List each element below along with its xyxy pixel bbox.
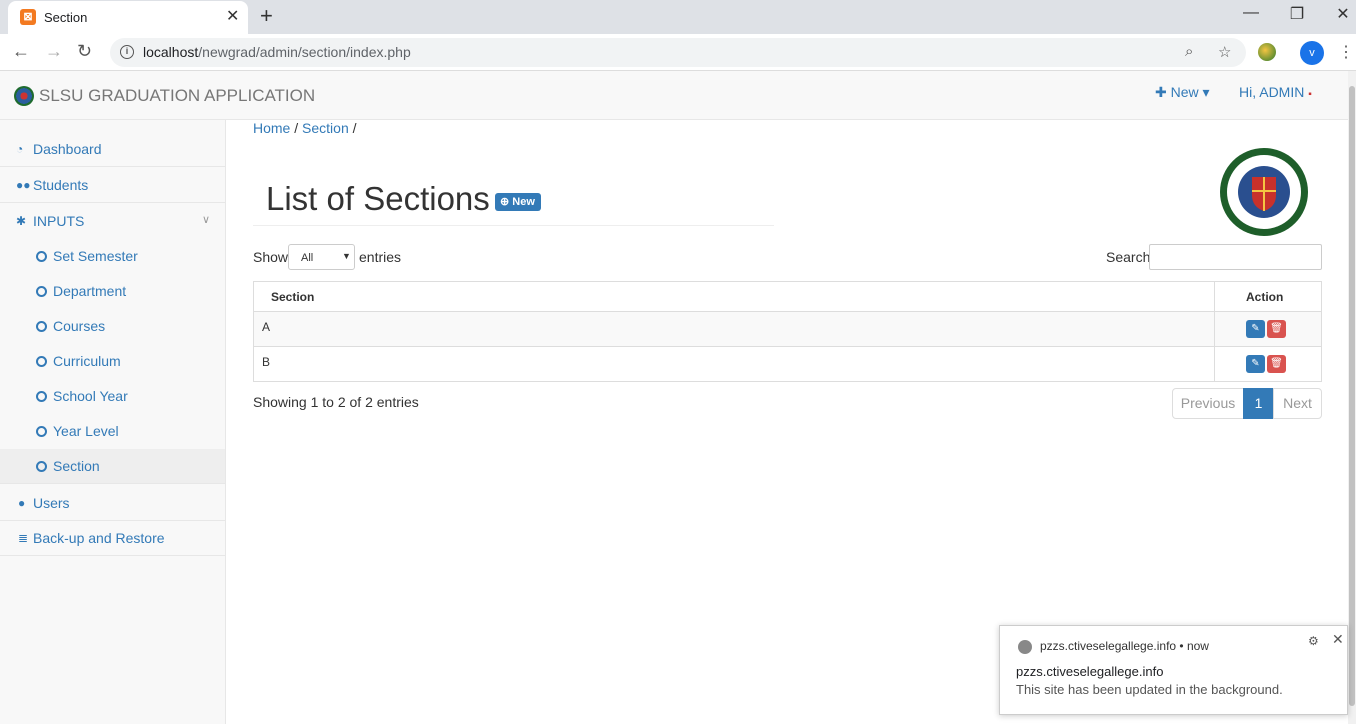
sidebar-item-users[interactable]: ● Users bbox=[0, 486, 225, 521]
section-cell: B bbox=[253, 346, 1215, 382]
dashboard-icon: ◔ bbox=[16, 142, 24, 156]
chevron-down-icon: ∨ bbox=[202, 214, 211, 226]
table-info: Showing 1 to 2 of 2 entries bbox=[253, 394, 419, 410]
user-avatar-icon: ▪ bbox=[1308, 89, 1312, 100]
pagination-previous[interactable]: Previous bbox=[1172, 388, 1244, 419]
sidebar-subitem-courses[interactable]: Courses bbox=[0, 309, 225, 344]
notification-toast[interactable]: pzzs.ctiveselegallege.info • now ⚙ ✕ pzz… bbox=[999, 625, 1348, 715]
brand-title[interactable]: SLSU GRADUATION APPLICATION bbox=[39, 86, 315, 106]
pagination-next[interactable]: Next bbox=[1273, 388, 1322, 419]
notification-body: This site has been updated in the backgr… bbox=[1016, 682, 1283, 697]
breadcrumb-home[interactable]: Home bbox=[253, 120, 290, 136]
app-navbar: SLSU GRADUATION APPLICATION ✚ New ▾ Hi, … bbox=[0, 71, 1348, 120]
circle-icon bbox=[36, 356, 47, 367]
chrome-icon bbox=[1018, 640, 1032, 654]
search-input[interactable] bbox=[1149, 244, 1322, 270]
length-show-label: Show bbox=[253, 249, 289, 265]
xampp-favicon-icon: ⊠ bbox=[20, 9, 36, 25]
circle-icon bbox=[36, 321, 47, 332]
back-icon[interactable]: ← bbox=[12, 41, 30, 61]
page-title: List of Sections bbox=[266, 180, 490, 217]
sidebar-subitem-department[interactable]: Department bbox=[0, 274, 225, 309]
add-section-button[interactable]: ⊕ New bbox=[495, 193, 541, 211]
sidebar-subitem-school-year[interactable]: School Year bbox=[0, 379, 225, 414]
column-header-action: Action bbox=[1214, 281, 1322, 312]
edit-button[interactable]: ✎ bbox=[1246, 320, 1265, 338]
close-tab-icon[interactable]: ✕ bbox=[226, 8, 239, 26]
browser-tab[interactable]: ⊠ Section ✕ bbox=[8, 1, 248, 34]
edit-button[interactable]: ✎ bbox=[1246, 355, 1265, 373]
title-divider bbox=[253, 225, 774, 226]
tab-title: Section bbox=[44, 10, 88, 25]
minimize-icon[interactable]: — bbox=[1236, 4, 1266, 22]
table-header-row: Section Action bbox=[253, 281, 1322, 312]
close-window-icon[interactable]: ✕ bbox=[1328, 4, 1356, 24]
user-icon: ● bbox=[18, 496, 26, 510]
brand-logo-icon bbox=[14, 86, 34, 106]
profile-avatar[interactable]: v bbox=[1300, 41, 1324, 65]
sidebar: ◔ Dashboard ●● Students ✱ INPUTS ∨ Set S… bbox=[0, 120, 226, 724]
column-header-section[interactable]: Section bbox=[253, 281, 1215, 312]
gear-icon: ✱ bbox=[16, 214, 27, 228]
users-icon: ●● bbox=[16, 178, 31, 192]
address-bar[interactable]: i localhost/newgrad/admin/section/index.… bbox=[110, 38, 1246, 67]
new-tab-icon[interactable]: + bbox=[260, 4, 273, 28]
sections-table: Section Action A ✎ 🗑 B ✎ 🗑 bbox=[253, 281, 1322, 382]
notification-close-icon[interactable]: ✕ bbox=[1332, 631, 1344, 648]
page-scrollbar-thumb[interactable] bbox=[1349, 86, 1355, 706]
sidebar-item-backup-restore[interactable]: ≣ Back-up and Restore bbox=[0, 521, 225, 556]
circle-icon bbox=[36, 426, 47, 437]
delete-button[interactable]: 🗑 bbox=[1267, 320, 1286, 338]
table-row: B ✎ 🗑 bbox=[253, 346, 1322, 382]
zoom-icon[interactable]: ⌕ bbox=[1185, 43, 1193, 60]
plus-circle-icon: ⊕ bbox=[500, 196, 510, 208]
dropdown-arrow-icon: ▼ bbox=[342, 251, 351, 261]
action-cell: ✎ 🗑 bbox=[1214, 346, 1322, 382]
browser-menu-icon[interactable]: ⋮ bbox=[1338, 42, 1354, 62]
sidebar-subitem-section[interactable]: Section bbox=[0, 449, 225, 484]
sidebar-item-dashboard[interactable]: ◔ Dashboard bbox=[0, 132, 225, 167]
entries-length-select[interactable]: All ▼ bbox=[288, 244, 355, 270]
navbar-new-dropdown[interactable]: ✚ New ▾ bbox=[1155, 84, 1210, 101]
restore-icon[interactable]: ❐ bbox=[1282, 4, 1312, 24]
url-text[interactable]: localhost/newgrad/admin/section/index.ph… bbox=[143, 44, 411, 60]
sidebar-item-inputs[interactable]: ✱ INPUTS ∨ bbox=[0, 204, 225, 239]
circle-icon bbox=[36, 391, 47, 402]
sidebar-subitem-curriculum[interactable]: Curriculum bbox=[0, 344, 225, 379]
notification-settings-icon[interactable]: ⚙ bbox=[1308, 634, 1319, 648]
length-entries-label: entries bbox=[359, 249, 402, 265]
sidebar-item-students[interactable]: ●● Students bbox=[0, 168, 225, 203]
delete-button[interactable]: 🗑 bbox=[1267, 355, 1286, 373]
sidebar-subitem-set-semester[interactable]: Set Semester bbox=[0, 239, 225, 274]
section-cell: A bbox=[253, 311, 1215, 347]
notification-source: pzzs.ctiveselegallege.info • now bbox=[1040, 639, 1209, 653]
circle-icon bbox=[36, 286, 47, 297]
sidebar-subitem-year-level[interactable]: Year Level bbox=[0, 414, 225, 449]
pagination-page-1[interactable]: 1 bbox=[1243, 388, 1274, 419]
breadcrumb: Home / Section / bbox=[253, 120, 357, 136]
bookmark-star-icon[interactable]: ☆ bbox=[1218, 43, 1231, 61]
search-label: Search: bbox=[1106, 249, 1155, 265]
forward-icon[interactable]: → bbox=[45, 41, 63, 61]
database-icon: ≣ bbox=[18, 531, 29, 545]
browser-toolbar: ← → ↻ i localhost/newgrad/admin/section/… bbox=[0, 34, 1356, 71]
browser-tab-strip: ⊠ Section ✕ + — ❐ ✕ bbox=[0, 0, 1356, 34]
reload-icon[interactable]: ↻ bbox=[77, 41, 92, 61]
table-row: A ✎ 🗑 bbox=[253, 311, 1322, 347]
breadcrumb-section[interactable]: Section bbox=[302, 120, 349, 136]
circle-icon bbox=[36, 251, 47, 262]
circle-icon bbox=[36, 461, 47, 472]
user-menu[interactable]: Hi, ADMIN ▪ bbox=[1239, 84, 1312, 100]
site-info-icon[interactable]: i bbox=[120, 45, 134, 59]
extension-icon[interactable] bbox=[1258, 43, 1276, 61]
university-seal-logo bbox=[1220, 148, 1308, 236]
action-cell: ✎ 🗑 bbox=[1214, 311, 1322, 347]
notification-title: pzzs.ctiveselegallege.info bbox=[1016, 664, 1164, 679]
